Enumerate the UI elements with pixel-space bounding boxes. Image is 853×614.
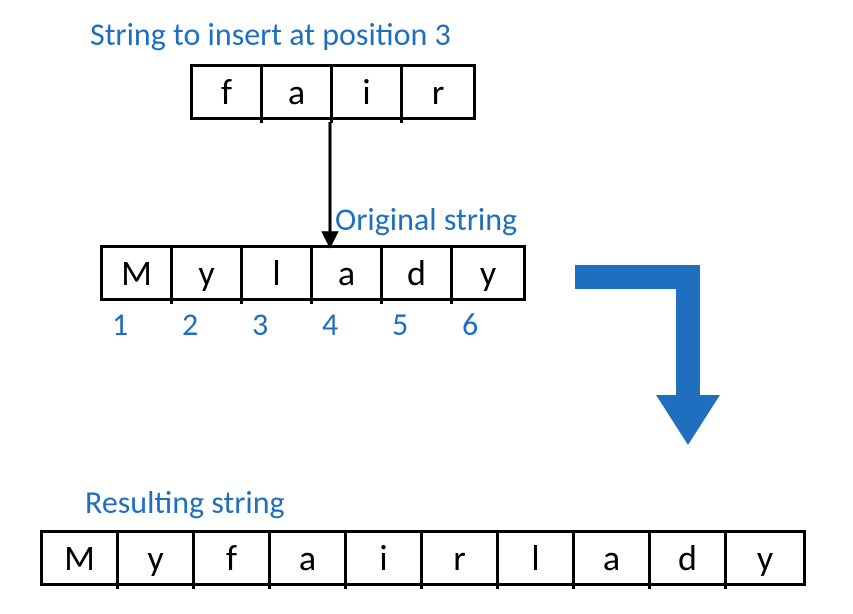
cell: f — [195, 533, 271, 589]
original-string-row: Mylady — [100, 245, 526, 301]
index-label: 1 — [100, 305, 170, 344]
flow-arrow — [575, 265, 720, 445]
cell: i — [347, 533, 423, 589]
index-label: 5 — [380, 305, 450, 344]
index-label: 2 — [170, 305, 240, 344]
cell: M — [43, 533, 119, 589]
result-string-row: Myfairlady — [40, 530, 806, 586]
result-title-label: Resulting string — [85, 483, 285, 522]
cell: i — [333, 67, 403, 123]
cell: d — [383, 248, 453, 304]
cell: M — [103, 248, 173, 304]
cell: y — [727, 533, 803, 589]
cell: y — [173, 248, 243, 304]
index-label: 3 — [240, 305, 310, 344]
cell: a — [271, 533, 347, 589]
index-label: 6 — [450, 305, 520, 344]
cell: d — [651, 533, 727, 589]
cell: r — [403, 67, 473, 123]
cell: a — [313, 248, 383, 304]
insert-string-row: fair — [190, 64, 476, 120]
cell: r — [423, 533, 499, 589]
cell: a — [575, 533, 651, 589]
original-index-row: 123456 — [100, 305, 520, 344]
index-label: 4 — [310, 305, 380, 344]
cell: y — [453, 248, 523, 304]
cell: y — [119, 533, 195, 589]
cell: a — [263, 67, 333, 123]
original-title-label: Original string — [335, 200, 517, 239]
insert-title-label: String to insert at position 3 — [90, 15, 451, 54]
cell: l — [243, 248, 313, 304]
cell: l — [499, 533, 575, 589]
cell: f — [193, 67, 263, 123]
